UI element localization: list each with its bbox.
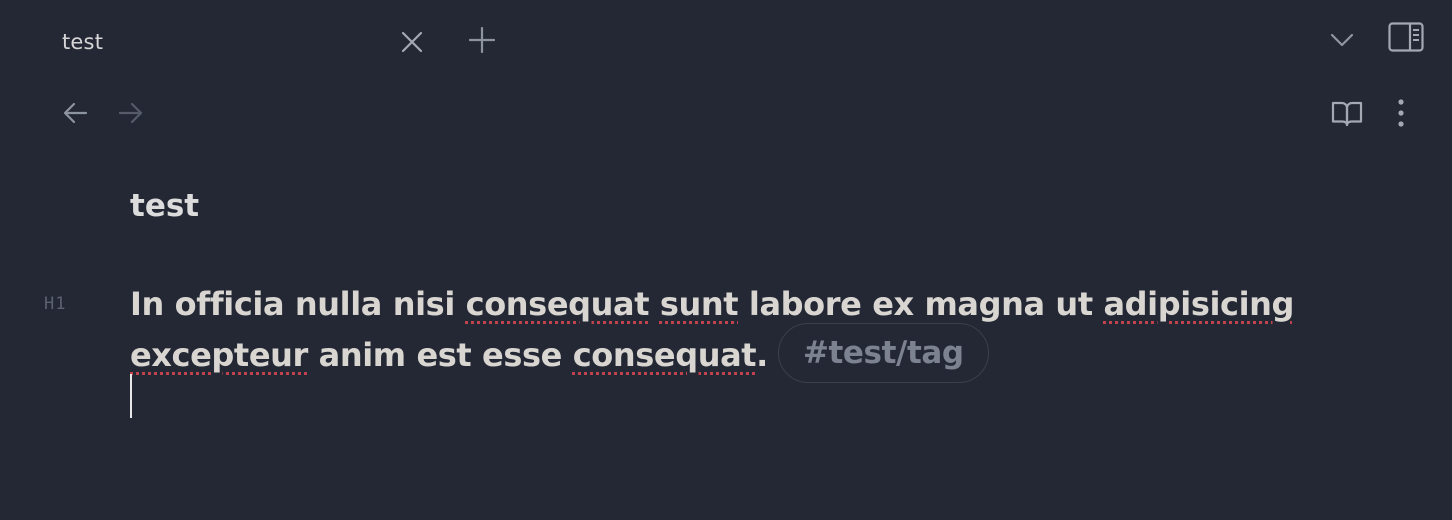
heading-segment: In officia nulla nisi	[130, 285, 466, 323]
arrow-left-icon	[63, 102, 88, 124]
tab-list-button[interactable]	[1326, 24, 1358, 56]
misspelled-word[interactable]: adipisicing	[1103, 285, 1294, 323]
heading-line[interactable]: In officia nulla nisi consequat sunt lab…	[130, 282, 1370, 387]
heading-segment	[649, 285, 660, 323]
tag-pill[interactable]: #test/tag	[777, 323, 989, 383]
heading-text: In officia nulla nisi consequat sunt lab…	[130, 285, 1294, 374]
sidebar-right-icon	[1388, 22, 1424, 52]
tab-title: test	[62, 30, 104, 54]
misspelled-word[interactable]: excepteur	[130, 336, 308, 374]
reading-view-button[interactable]	[1328, 96, 1366, 130]
misspelled-word[interactable]: consequat	[466, 285, 650, 323]
more-vertical-icon	[1398, 99, 1404, 127]
misspelled-word[interactable]: sunt	[660, 285, 739, 323]
plus-icon	[469, 27, 495, 53]
arrow-right-icon	[118, 102, 143, 124]
close-icon	[401, 31, 423, 53]
more-options-button[interactable]	[1386, 96, 1416, 130]
misspelled-word[interactable]: consequat	[573, 336, 757, 374]
heading-segment: .	[756, 336, 768, 374]
toggle-sidebar-button[interactable]	[1386, 18, 1426, 56]
close-tab-button[interactable]	[398, 28, 426, 56]
editor-window: test test H1 In officia nulla nisi conse…	[0, 0, 1452, 520]
heading-segment: anim est esse	[307, 336, 573, 374]
book-open-icon	[1331, 101, 1363, 127]
new-tab-button[interactable]	[466, 24, 498, 56]
heading-segment: labore ex magna ut	[738, 285, 1104, 323]
navigate-back-button[interactable]	[58, 96, 92, 130]
chevron-down-icon	[1330, 33, 1354, 47]
tab-test[interactable]: test	[40, 18, 440, 64]
heading-level-marker: H1	[44, 294, 67, 314]
text-cursor	[130, 374, 132, 418]
tab-bar: test	[0, 0, 1452, 80]
navigate-forward-button[interactable]	[114, 96, 148, 130]
note-title[interactable]: test	[130, 188, 199, 224]
